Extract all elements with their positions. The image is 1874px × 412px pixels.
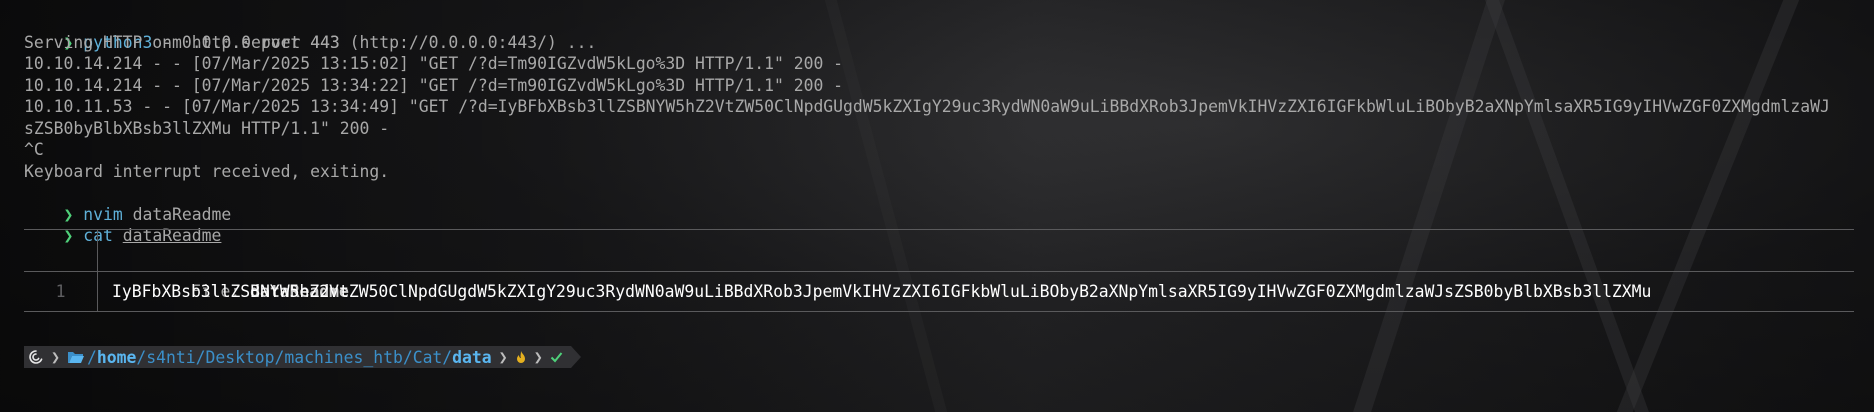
powerline-prompt: ❯ / home/s4nti/Desktop/machines_htb/Cat/d…	[24, 346, 581, 368]
file-content[interactable]: IyBFbXBsb3llZSBNYW5hZ2VtZW50ClNpdGUgdW5k…	[98, 272, 1651, 311]
chevron-right-icon: ❯	[51, 348, 61, 366]
output-line: sZSB0byBlbXBsb3llZXMu HTTP/1.1" 200 -	[24, 118, 390, 138]
output-line: Serving HTTP on 0.0.0.0 port 443 (http:/…	[24, 32, 597, 52]
terminal-output: ❯ python3 -m http.server 443 Serving HTT…	[24, 10, 1854, 312]
line-number: 1	[24, 272, 98, 311]
exit-status-segment	[546, 346, 567, 368]
status-segment	[511, 346, 531, 368]
path-home: home	[96, 347, 137, 367]
file-line-row: 1 IyBFbXBsb3llZSBNYW5hZ2VtZW50ClNpdGUgdW…	[24, 272, 1854, 311]
path-prefix: /	[87, 347, 97, 367]
debian-swirl-icon	[29, 350, 43, 364]
prompt-line[interactable]: ❯ cat dataReadme	[24, 204, 1854, 245]
path-middle: /s4nti/Desktop/machines_htb/Cat/	[136, 347, 453, 367]
chevron-right-icon: ❯	[533, 348, 543, 366]
prompt-arrow-icon: ❯	[63, 204, 74, 224]
folder-open-icon	[68, 352, 85, 363]
output-line: 10.10.11.53 - - [07/Mar/2025 13:34:49] "…	[24, 97, 1830, 116]
output-line: 10.10.14.214 - - [07/Mar/2025 13:15:02] …	[24, 54, 844, 73]
prompt-line[interactable]: ❯ python3 -m http.server 443	[24, 10, 1854, 52]
output-line: 10.10.14.214 - - [07/Mar/2025 13:34:22] …	[24, 75, 844, 95]
command-args: dataReadme	[122, 204, 232, 224]
command: nvim	[83, 204, 123, 224]
path-current: data	[452, 347, 492, 367]
gutter	[24, 230, 98, 271]
file-header: File: dataReadme	[24, 230, 1854, 301]
check-icon	[550, 352, 562, 363]
chevron-right-icon: ❯	[498, 348, 508, 366]
prompt-line[interactable]: ❯ nvim dataReadme	[24, 182, 1854, 224]
file-viewer: File: dataReadme 1 IyBFbXBsb3llZSBNYW5hZ…	[24, 229, 1854, 312]
powerline-tail	[570, 346, 581, 368]
flame-icon	[516, 351, 525, 363]
path-segment[interactable]: / home/s4nti/Desktop/machines_htb/Cat/dat…	[63, 346, 496, 368]
os-segment	[24, 346, 48, 368]
output-line: Keyboard interrupt received, exiting.	[24, 161, 390, 181]
output-line: ^C	[24, 140, 44, 159]
